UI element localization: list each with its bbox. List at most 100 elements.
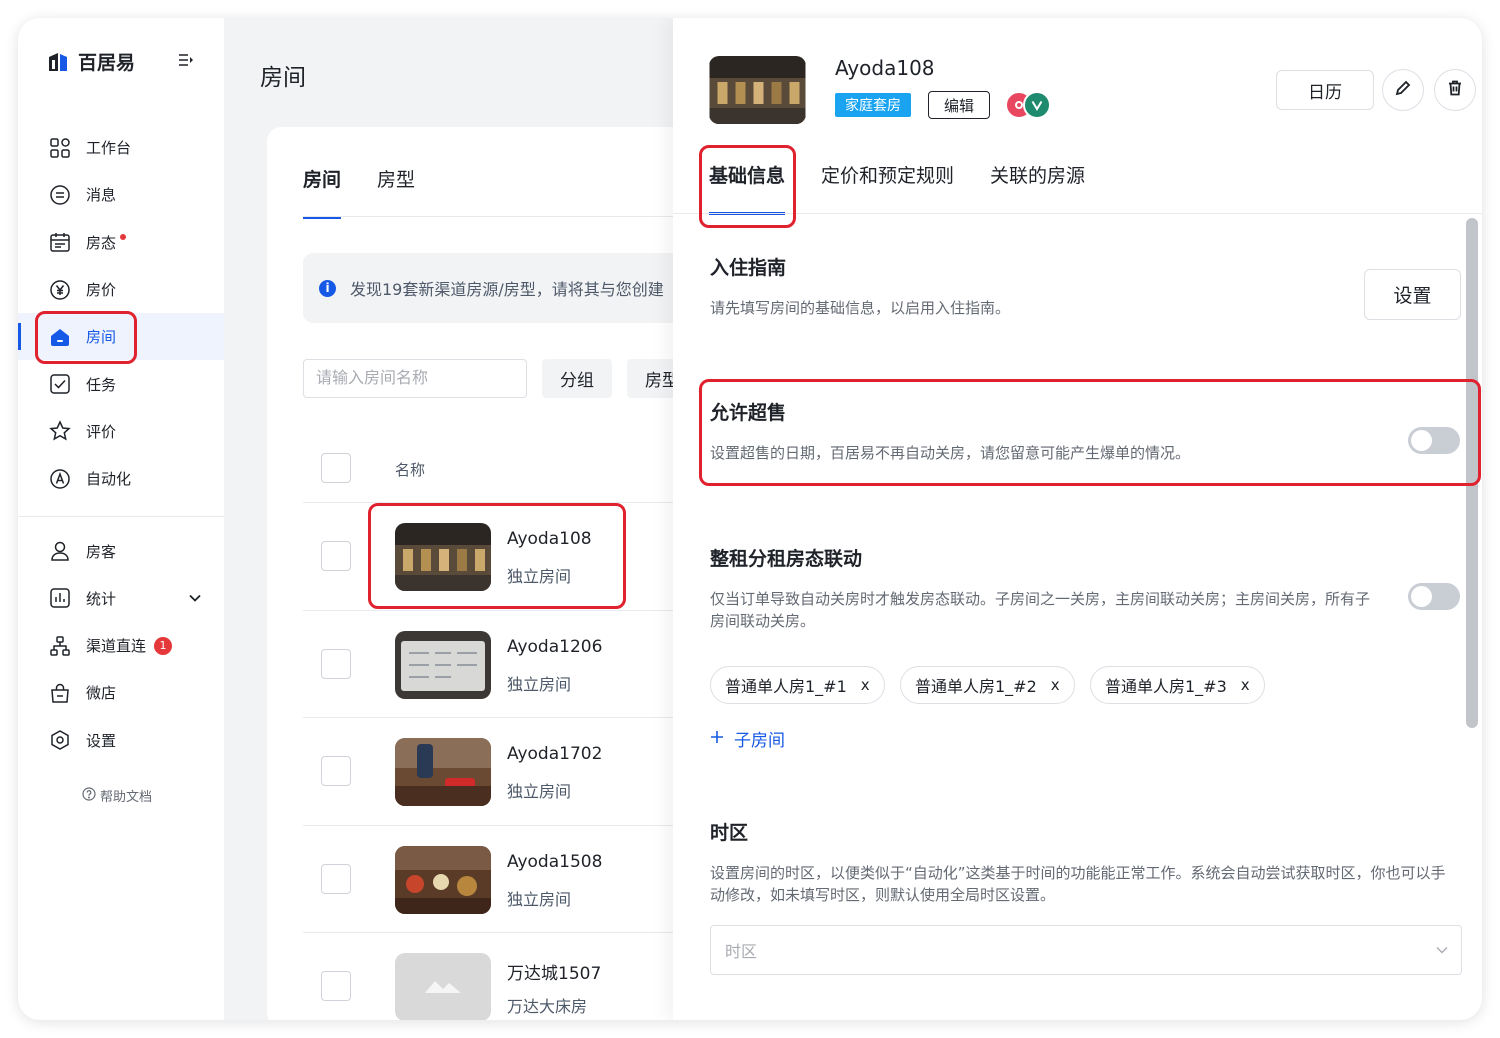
logo-icon: [46, 50, 70, 74]
sub-room-chip[interactable]: 普通单人房1_#1 x: [710, 666, 885, 704]
select-all-checkbox[interactable]: [321, 453, 351, 483]
sidebar-item-tasks[interactable]: 任务: [18, 360, 224, 407]
logo[interactable]: 百居易: [46, 48, 135, 75]
collapse-sidebar-icon[interactable]: [178, 52, 194, 68]
room-name: 万达城1507: [507, 964, 602, 984]
sidebar-item-channels[interactable]: 渠道直连 1: [18, 622, 224, 669]
channel-icon: [48, 634, 72, 658]
room-thumbnail: [395, 738, 491, 806]
image-placeholder-icon: [395, 953, 491, 1020]
logo-text: 百居易: [78, 52, 136, 74]
row-checkbox[interactable]: [321, 541, 351, 571]
timezone-select[interactable]: 时区: [710, 925, 1462, 975]
sidebar-item-settings[interactable]: 设置: [18, 717, 224, 764]
highlight-first-room: [368, 503, 626, 609]
highlight-overbooking-section: [699, 379, 1481, 486]
room-type: 独立房间: [507, 674, 572, 694]
sub-room-chip[interactable]: 普通单人房1_#2 x: [900, 666, 1075, 704]
sidebar-item-reviews[interactable]: 评价: [18, 408, 224, 455]
sidebar-item-room-status[interactable]: 房态: [18, 219, 224, 266]
linkage-toggle[interactable]: [1408, 583, 1460, 610]
automation-icon: [48, 467, 72, 491]
checkin-settings-button[interactable]: 设置: [1364, 269, 1461, 320]
chip-close-icon[interactable]: x: [861, 676, 870, 694]
row-checkbox[interactable]: [321, 971, 351, 1001]
sidebar-divider: [18, 516, 224, 518]
group-button[interactable]: 分组: [542, 359, 612, 398]
chip-close-icon[interactable]: x: [1051, 676, 1060, 694]
sidebar-item-label: 设置: [86, 731, 117, 750]
add-sub-room-label: 子房间: [734, 731, 785, 751]
sidebar-item-price[interactable]: 房价: [18, 266, 224, 313]
room-name: Ayoda1702: [507, 744, 603, 764]
sidebar-item-workbench[interactable]: 工作台: [18, 124, 224, 171]
notification-count-badge: 1: [154, 636, 173, 655]
room-type-tag: 家庭套房: [835, 93, 911, 117]
sidebar-item-guests[interactable]: 房客: [18, 527, 224, 574]
grid-icon: [48, 136, 72, 160]
app-window: 百居易 工作台 消息 房态 房价 房间 任务 评价 自动化 房客 统计 渠道直连…: [18, 18, 1482, 1020]
sidebar-item-label: 工作台: [86, 139, 132, 158]
sidebar-item-messages[interactable]: 消息: [18, 171, 224, 218]
sidebar-item-label: 评价: [86, 422, 117, 441]
sidebar-item-label: 房客: [86, 542, 117, 561]
edit-button[interactable]: [1382, 69, 1424, 111]
chart-icon: [48, 586, 72, 610]
sidebar-item-shop[interactable]: 微店: [18, 669, 224, 716]
channel-avatar-icon: [1023, 91, 1051, 119]
sub-room-chip-label: 普通单人房1_#1: [725, 677, 847, 696]
sidebar-nav: 工作台 消息 房态 房价 房间 任务 评价 自动化 房客 统计 渠道直连 1 微…: [18, 124, 224, 764]
sidebar-item-label: 房态: [86, 233, 117, 252]
sidebar-item-statistics[interactable]: 统计: [18, 575, 224, 622]
plus-icon: [710, 729, 724, 749]
sub-room-chip[interactable]: 普通单人房1_#3 x: [1090, 666, 1265, 704]
room-detail-drawer: Ayoda108 家庭套房 编辑 日历 基础信息 定价和预定规则 关联的房源 入…: [673, 18, 1482, 1020]
help-docs-link[interactable]: 帮助文档: [82, 786, 152, 805]
notice-text: 发现19套新渠道房源/房型，请将其与您创建: [350, 280, 664, 299]
sidebar-item-label: 渠道直连: [86, 637, 147, 656]
linkage-desc: 仅当订单导致自动关房时才触发房态联动。子房间之一关房，主房间联动关房；主房间关房…: [710, 590, 1371, 630]
checkin-guide-title: 入住指南: [710, 257, 787, 279]
help-docs-label: 帮助文档: [100, 790, 153, 805]
star-icon: [48, 419, 72, 443]
edit-tag-button[interactable]: 编辑: [928, 91, 990, 119]
linkage-title: 整租分租房态联动: [710, 548, 863, 570]
room-detail-thumbnail: [709, 56, 806, 124]
sidebar-item-label: 房价: [86, 281, 117, 300]
checkbox-icon: [48, 372, 72, 396]
tab-rooms[interactable]: 房间: [303, 165, 342, 219]
channel-avatars: [1005, 91, 1053, 119]
chevron-down-icon: [1435, 942, 1449, 961]
info-icon: i: [319, 279, 336, 297]
user-icon: [48, 539, 72, 563]
tab-linked-listings[interactable]: 关联的房源: [990, 161, 1085, 215]
sidebar-item-label: 微店: [86, 684, 117, 703]
add-sub-room-button[interactable]: 子房间: [710, 726, 785, 751]
tab-room-types[interactable]: 房型: [377, 165, 415, 219]
chip-close-icon[interactable]: x: [1241, 676, 1250, 694]
sidebar-item-label: 自动化: [86, 470, 132, 489]
row-checkbox[interactable]: [321, 756, 351, 786]
room-detail-title: Ayoda108: [835, 56, 935, 80]
sub-room-chip-label: 普通单人房1_#2: [915, 677, 1037, 696]
sidebar-item-label: 任务: [86, 375, 117, 394]
row-checkbox[interactable]: [321, 863, 351, 894]
tab-pricing-rules[interactable]: 定价和预定规则: [821, 161, 954, 215]
checkin-guide-desc: 请先填写房间的基础信息，以启用入住指南。: [710, 299, 1011, 317]
pencil-icon: [1394, 79, 1412, 101]
timezone-placeholder: 时区: [725, 942, 758, 961]
question-icon: [82, 786, 96, 805]
row-checkbox[interactable]: [321, 648, 351, 679]
chevron-down-icon[interactable]: [188, 591, 202, 609]
message-icon: [48, 183, 72, 207]
notification-dot: [120, 234, 127, 241]
timezone-desc: 设置房间的时区，以便类似于“自动化”这类基于时间的功能能正常工作。系统会自动尝试…: [710, 864, 1446, 904]
calendar-button[interactable]: 日历: [1276, 70, 1374, 110]
highlight-rooms-nav: [35, 311, 137, 364]
room-type: 独立房间: [507, 889, 572, 909]
room-search-input[interactable]: [303, 359, 527, 398]
room-thumbnail: [395, 630, 491, 699]
sidebar-item-automation[interactable]: 自动化: [18, 455, 224, 502]
delete-button[interactable]: [1434, 69, 1476, 111]
room-thumbnail: [395, 845, 491, 914]
